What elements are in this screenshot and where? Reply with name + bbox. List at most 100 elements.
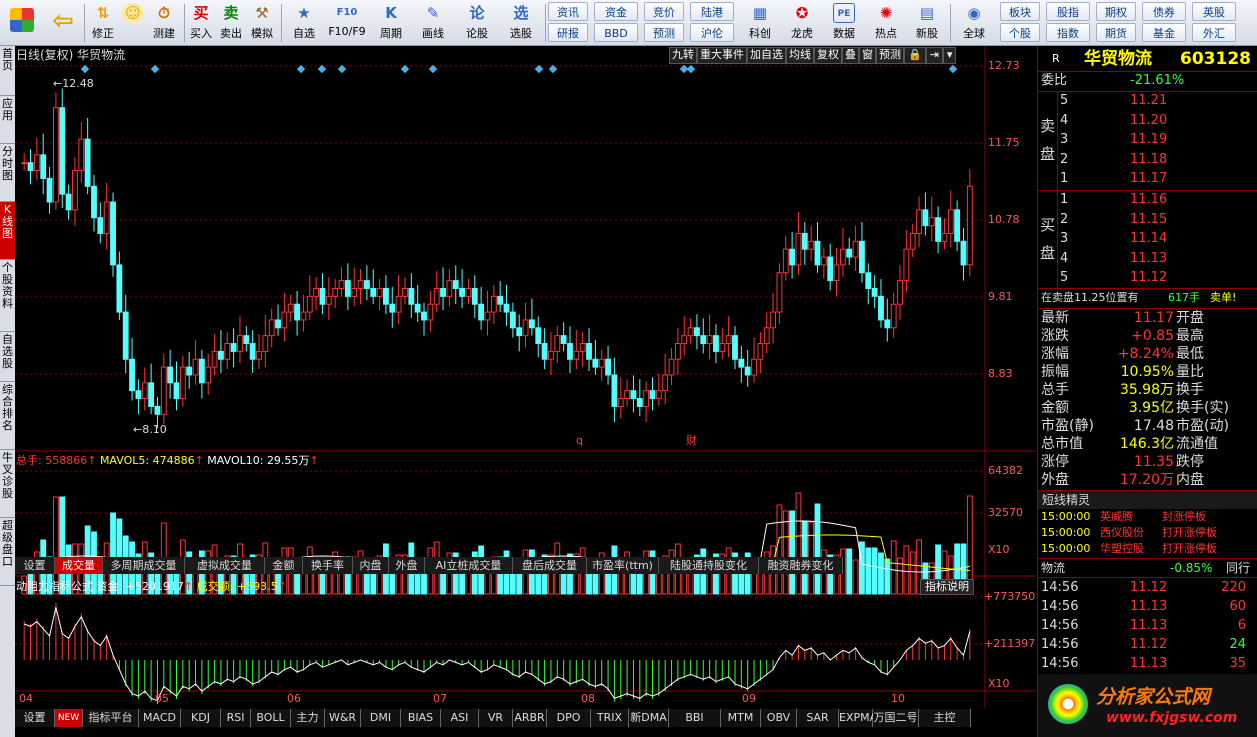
back-icon[interactable]: ⇦ [46, 2, 80, 44]
stock-index-button[interactable]: 股指 [1046, 2, 1090, 21]
bid-row[interactable]: 4 11.13 [1038, 250, 1257, 268]
tool-forecast[interactable]: 预测 [876, 47, 904, 64]
tab-virtual-volume[interactable]: 虚拟成交量 [185, 557, 265, 574]
f10-button[interactable]: F10 F10/F9 [326, 2, 368, 44]
indicator-tab[interactable]: KDJ [181, 709, 221, 727]
nav-apps[interactable]: 应用 [0, 96, 15, 144]
bid-row[interactable]: 2 11.15 [1038, 211, 1257, 229]
simulate-button[interactable]: ⚒ 模拟 [247, 2, 277, 44]
sci-tech-button[interactable]: ▦ 科创 [741, 2, 779, 44]
indicator-tab[interactable]: ASI [441, 709, 479, 727]
bid-row[interactable]: 5 11.12 [1038, 269, 1257, 287]
shanghai-london-button[interactable]: 沪伦 [690, 23, 734, 42]
nav-ranking[interactable]: 综合排名 [0, 382, 15, 450]
data-button[interactable]: PE 数据 [825, 2, 863, 44]
watchlist-button[interactable]: ★ 自选 [285, 2, 323, 44]
tab-pe-ttm[interactable]: 市盈率(ttm) [587, 557, 659, 574]
forex-button[interactable]: 外汇 [1192, 23, 1236, 42]
short-signal-title[interactable]: 短线精灵 [1042, 491, 1090, 509]
tool-window[interactable]: 窗 [859, 47, 876, 64]
sector-peers[interactable]: 同行 [1226, 559, 1250, 577]
uk-stock-button[interactable]: 英股 [1192, 2, 1236, 21]
discuss-button[interactable]: 论论股 [460, 2, 494, 44]
indicator-tab[interactable]: MACD [139, 709, 181, 727]
period-button[interactable]: K 周期 [372, 2, 410, 44]
ask-row[interactable]: 1 11.17 [1038, 170, 1257, 188]
nav-profile[interactable]: 个股资料 [0, 260, 15, 332]
bid-row[interactable]: 3 11.14 [1038, 230, 1257, 248]
tool-jiuzhuan[interactable]: 九转 [669, 47, 697, 64]
short-signal-row[interactable]: 15:00:00 西仪股份 打开涨停板 [1038, 525, 1257, 541]
tool-major-events[interactable]: 重大事件 [697, 47, 747, 64]
indicator-explain-button[interactable]: 指标说明 [920, 579, 974, 595]
nav-super-orderbook[interactable]: 超级盘口 [0, 518, 15, 586]
indicator-tab[interactable]: BBI [669, 709, 721, 727]
tab-turnover[interactable]: 换手率 [303, 557, 353, 574]
nav-watchlist[interactable]: 自选股 [0, 332, 15, 382]
fix-face-icon[interactable]: ☺ [120, 2, 146, 44]
options-button[interactable]: 期权 [1096, 2, 1136, 21]
dragon-tiger-button[interactable]: ✪ 龙虎 [783, 2, 821, 44]
ask-row[interactable]: 5 11.21 [1038, 92, 1257, 110]
sell-button[interactable]: 卖卖出 [217, 2, 245, 44]
indicator-tab[interactable]: 新DMA [629, 709, 669, 727]
lock-icon[interactable]: 🔒 [904, 47, 926, 64]
indicator-tab[interactable]: BIAS [401, 709, 441, 727]
tab-ai-volume[interactable]: AI立桩成交量 [425, 557, 513, 574]
bond-button[interactable]: 债券 [1142, 2, 1186, 21]
indicator-tab[interactable]: RSI [221, 709, 251, 727]
tab-outer[interactable]: 外盘 [389, 557, 425, 574]
indicator-tab[interactable]: ARBR [513, 709, 547, 727]
event-marker-q[interactable]: q [576, 434, 583, 448]
indicator-tab[interactable]: OBV [761, 709, 797, 727]
indicator-tab[interactable]: 万国二号 [873, 709, 919, 727]
nav-diagnosis[interactable]: 牛叉诊股 [0, 450, 15, 518]
fund-list-button[interactable]: 基金 [1142, 23, 1186, 42]
tool-adjust[interactable]: 复权 [814, 47, 842, 64]
news-button[interactable]: 资讯 [548, 2, 588, 21]
hk-connect-button[interactable]: 陆港 [690, 2, 734, 21]
fix-button[interactable]: ⇅ 修正 [88, 2, 118, 44]
dropdown-icon[interactable]: ▾ [942, 47, 957, 64]
fund-button[interactable]: 资金 [594, 2, 638, 21]
index-button[interactable]: 指数 [1046, 23, 1090, 42]
auction-button[interactable]: 竞价 [644, 2, 684, 21]
indicator-tab[interactable]: DPO [547, 709, 591, 727]
bbd-button[interactable]: BBD [594, 23, 638, 42]
indicator-tab[interactable]: 主力 [291, 709, 325, 727]
bid-row[interactable]: 1 11.16 [1038, 191, 1257, 209]
indicator-tab[interactable]: SAR [797, 709, 839, 727]
ask-row[interactable]: 3 11.19 [1038, 131, 1257, 149]
tab-margin-trading[interactable]: 融资融券变化 [759, 557, 843, 574]
single-stock-button[interactable]: 个股 [1000, 23, 1040, 42]
short-signal-row[interactable]: 15:00:00 华塑控股 打开涨停板 [1038, 541, 1257, 557]
futures-button[interactable]: 期货 [1096, 23, 1136, 42]
indicator-tab[interactable]: DMI [361, 709, 401, 727]
tab-settings[interactable]: 设置 [15, 557, 55, 574]
exit-icon[interactable]: ⇥ [925, 47, 943, 64]
tab-hk-holding[interactable]: 陆股通持股变化 [659, 557, 759, 574]
research-button[interactable]: 研报 [548, 23, 588, 42]
indicator-tab[interactable]: BOLL [251, 709, 291, 727]
indicator-tab[interactable]: MTM [721, 709, 761, 727]
draw-line-button[interactable]: ✎ 画线 [414, 2, 452, 44]
nav-intraday[interactable]: 分时图 [0, 144, 15, 202]
indicator-tab[interactable]: EXPMA [839, 709, 877, 727]
tab-multi-period-volume[interactable]: 多周期成交量 [103, 557, 185, 574]
hot-button[interactable]: ✺ 热点 [867, 2, 905, 44]
tool-ma[interactable]: 均线 [786, 47, 814, 64]
nav-kline[interactable]: K线图 [0, 202, 15, 260]
indicator-tab[interactable]: TRIX [591, 709, 629, 727]
ask-row[interactable]: 2 11.18 [1038, 151, 1257, 169]
indicator-tab[interactable]: VR [479, 709, 513, 727]
tab-volume[interactable]: 成交量 [55, 557, 103, 574]
event-marker-finance[interactable]: 财 [686, 434, 697, 448]
sector-name[interactable]: 物流 [1041, 559, 1065, 577]
select-stock-button[interactable]: 选选股 [500, 2, 542, 44]
forecast-button[interactable]: 预测 [644, 23, 684, 42]
short-signal-row[interactable]: 15:00:00 英威腾 封涨停板 [1038, 509, 1257, 525]
tab-after-hours-volume[interactable]: 盘后成交量 [513, 557, 587, 574]
grid-icon[interactable] [8, 2, 36, 44]
tool-overlay[interactable]: 叠 [842, 47, 859, 64]
sector-button[interactable]: 板块 [1000, 2, 1040, 21]
